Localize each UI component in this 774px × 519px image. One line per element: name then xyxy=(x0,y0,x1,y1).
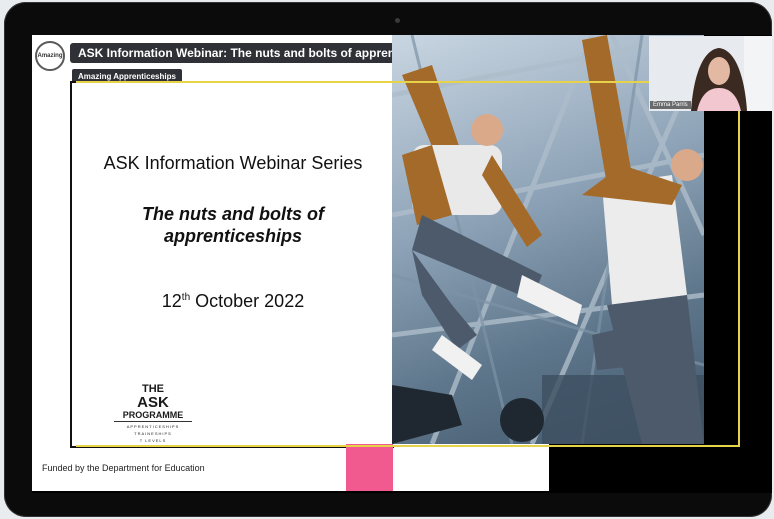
date-rest: October 2022 xyxy=(190,291,305,311)
ask-logo-line6: T LEVELS xyxy=(139,438,167,443)
camera-dot xyxy=(395,18,400,23)
funding-footer: Funded by the Department for Education xyxy=(42,463,205,473)
slide-content-box: ASK Information Webinar Series The nuts … xyxy=(70,81,394,448)
participant-name-label: Emma Parris xyxy=(650,101,691,109)
laptop-bezel: Amazing ASK Information Webinar: The nut… xyxy=(4,2,772,517)
series-title: ASK Information Webinar Series xyxy=(103,153,363,173)
participant-video-feed xyxy=(649,36,772,111)
organisation-name: Amazing Apprenticeships xyxy=(78,72,176,81)
webinar-screen: Amazing ASK Information Webinar: The nut… xyxy=(32,35,772,493)
talk-title: The nuts and bolts of apprenticeships xyxy=(142,204,324,246)
webinar-date: 12th October 2022 xyxy=(72,291,394,312)
ask-logo-line2: ASK xyxy=(137,394,169,411)
ask-logo-line4: APPRENTICESHIPS xyxy=(126,424,180,429)
ask-logo-line3: PROGRAMME xyxy=(114,410,192,422)
date-day: 12 xyxy=(161,291,182,311)
ask-programme-logo: THE ASK PROGRAMME APPRENTICESHIPS TRAINE… xyxy=(114,383,192,443)
ask-logo-line5: TRAINESHIPS xyxy=(134,431,172,436)
logo-text: Amazing xyxy=(37,53,63,59)
participant-video-tile[interactable]: Emma Parris xyxy=(649,36,772,111)
pink-accent-block xyxy=(346,444,393,491)
date-suffix: th xyxy=(181,292,191,303)
amazing-apprenticeships-logo: Amazing xyxy=(35,41,65,71)
